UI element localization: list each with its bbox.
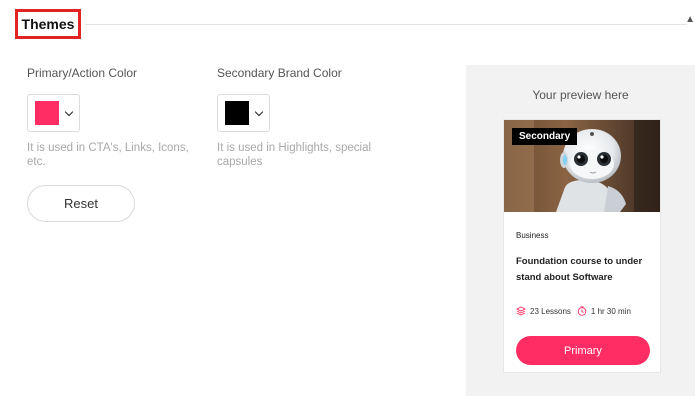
lessons-meta: 23 Lessons [516,306,571,316]
lessons-count: 23 Lessons [530,306,571,316]
primary-color-group: Primary/Action Color It is used in CTA's… [27,66,207,169]
preview-title: Your preview here [532,88,629,102]
layers-icon [516,306,526,316]
section-header: Themes ▲ [15,9,695,39]
secondary-color-picker[interactable] [217,94,270,132]
chevron-down-icon [254,107,264,116]
secondary-color-group: Secondary Brand Color It is used in High… [217,66,397,169]
primary-button[interactable]: Primary [516,336,650,365]
primary-color-label: Primary/Action Color [27,66,138,80]
collapse-icon[interactable]: ▲ [685,15,695,25]
section-title: Themes [21,16,75,32]
clock-icon [577,306,587,316]
primary-color-picker[interactable] [27,94,80,132]
themes-page: Themes ▲ Primary/Action Color It is used… [0,0,695,400]
secondary-color-helper: It is used in Highlights, special capsul… [217,142,372,168]
course-card[interactable]: Secondary Business Foundation course to … [503,119,661,373]
secondary-color-label: Secondary Brand Color [217,66,342,80]
header-divider [85,24,687,25]
card-meta: 23 Lessons 1 hr 30 min [516,306,637,316]
chevron-down-icon [64,107,74,116]
primary-color-swatch [35,101,59,125]
section-title-box: Themes [15,9,81,39]
duration-text: 1 hr 30 min [590,306,631,316]
robot-image: Secondary [504,120,660,212]
preview-panel: Your preview here Secondary Business Fou… [466,65,695,396]
card-category: Business [516,231,549,240]
secondary-badge: Secondary [512,128,578,145]
reset-button[interactable]: Reset [27,185,135,222]
primary-color-helper: It is used in CTA's, Links, Icons, etc. [27,142,189,168]
card-title: Foundation course to under stand about S… [516,256,643,283]
duration-meta: 1 hr 30 min [577,306,631,316]
secondary-color-swatch [225,101,249,125]
